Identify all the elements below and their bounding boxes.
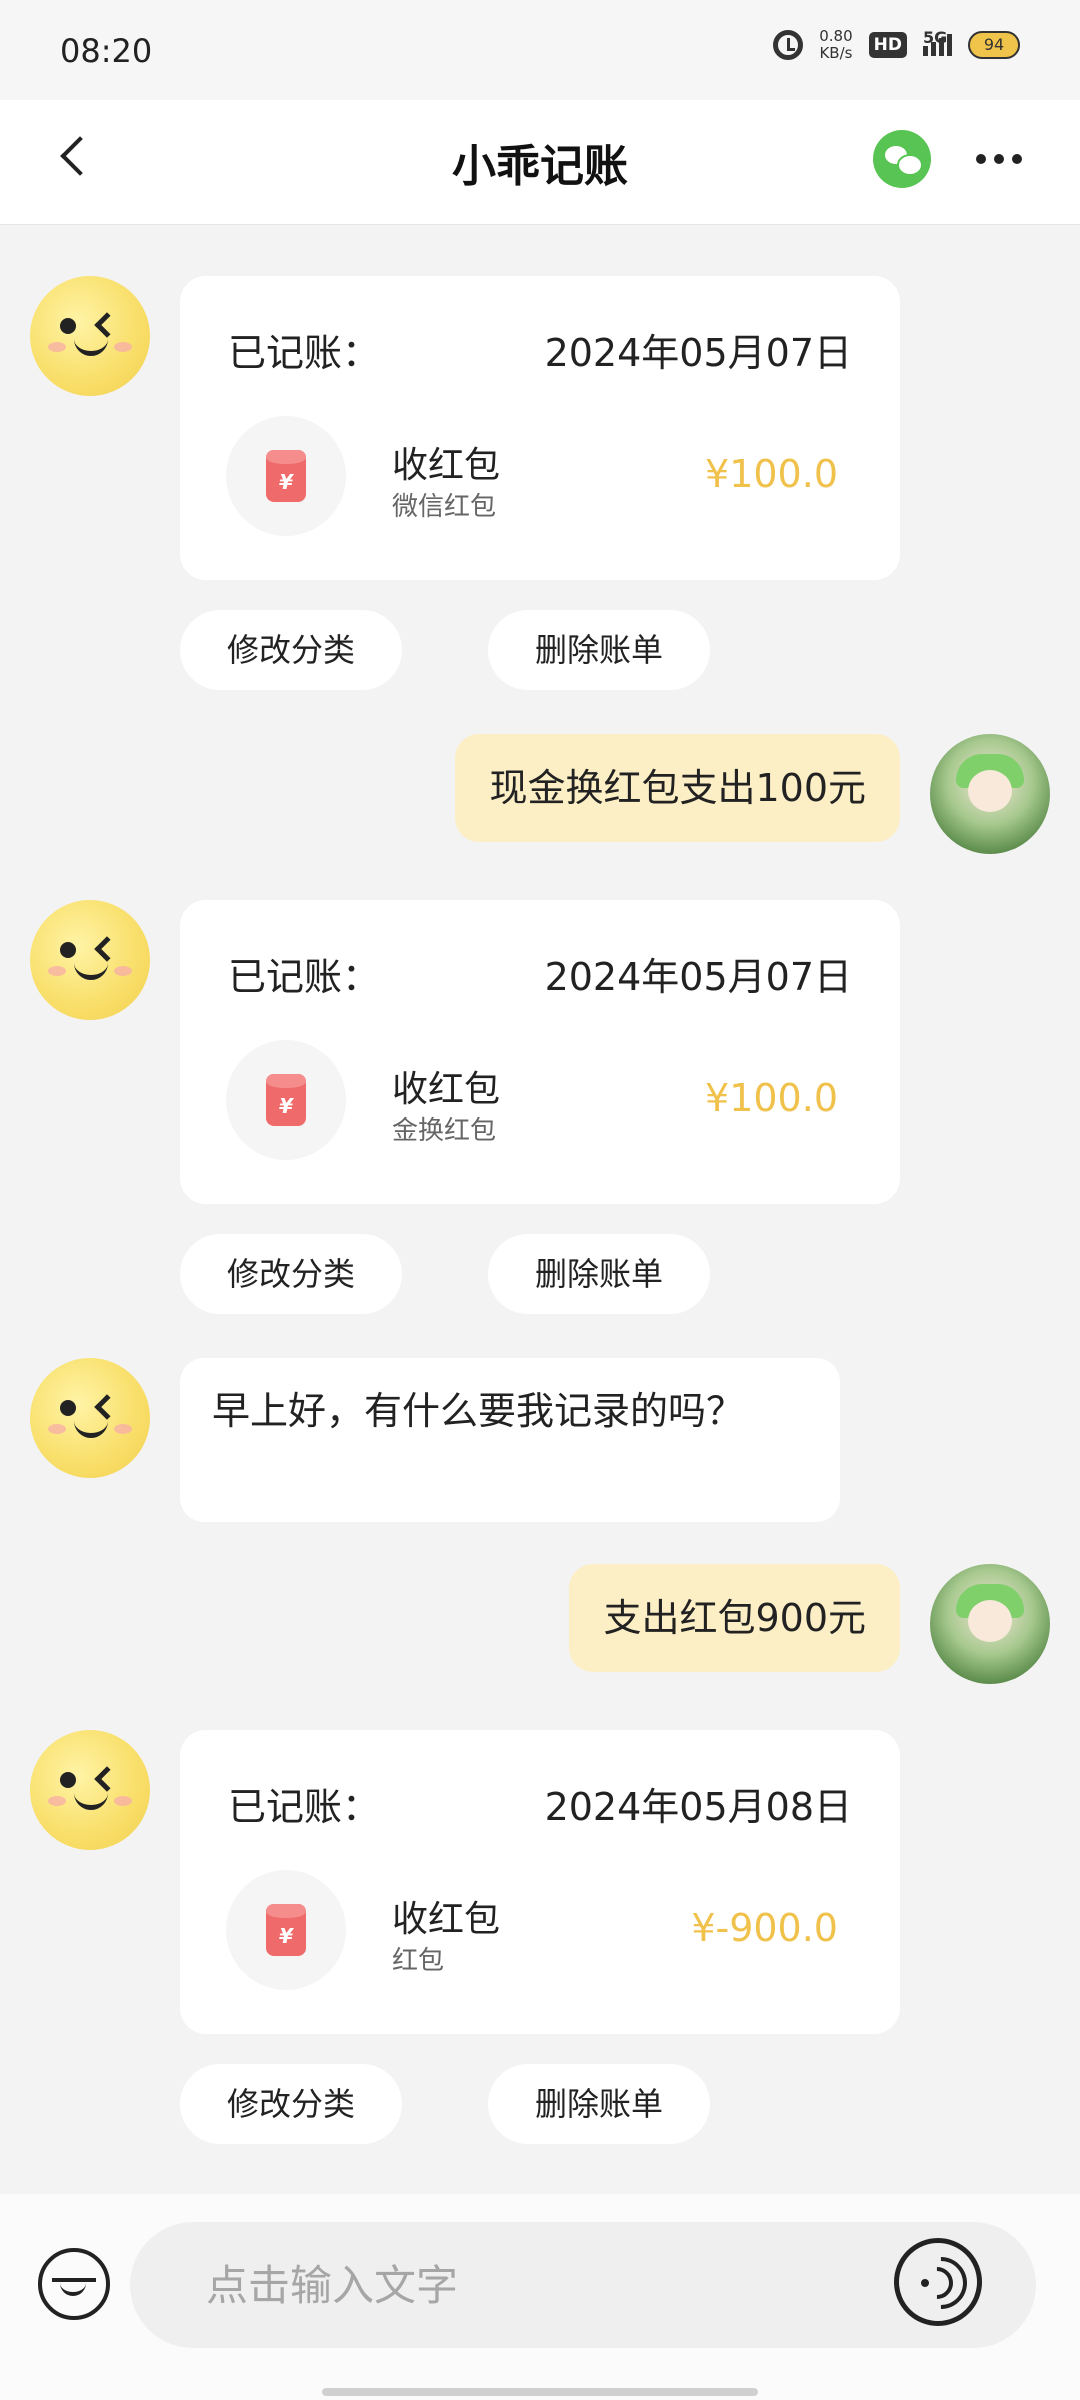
record-subcategory: 红包	[392, 1946, 445, 1976]
input-bar	[0, 2194, 1080, 2400]
record-amount: ¥-900.0	[691, 1906, 838, 1950]
red-packet-icon	[226, 1870, 346, 1990]
status-icons: 0.80 KB/s HD 5G 94	[773, 28, 1020, 62]
record-subcategory: 微信红包	[392, 492, 497, 522]
record-label: 已记账：	[228, 955, 381, 999]
record-date: 2024年05月08日	[544, 1785, 852, 1829]
record-category: 收红包	[392, 1069, 501, 1110]
more-icon[interactable]	[976, 154, 1022, 164]
bot-avatar[interactable]	[30, 900, 150, 1020]
wechat-icon[interactable]	[873, 130, 931, 188]
home-indicator[interactable]	[322, 2388, 758, 2396]
alarm-icon	[773, 30, 804, 60]
bot-message: 早上好，有什么要我记录的吗？	[180, 1358, 840, 1522]
red-packet-icon	[226, 416, 346, 536]
net-speed: 0.80 KB/s	[819, 28, 852, 62]
red-packet-icon	[226, 1040, 346, 1160]
bot-avatar[interactable]	[30, 1730, 150, 1850]
record-card[interactable]: 已记账： 2024年05月07日 收红包 金换红包 ¥100.0	[180, 900, 900, 1204]
user-message: 支出红包900元	[569, 1564, 900, 1672]
record-amount: ¥100.0	[705, 1076, 838, 1120]
hd-icon: HD	[868, 32, 907, 58]
bot-avatar[interactable]	[30, 1358, 150, 1478]
network-type: 5G	[923, 28, 948, 47]
record-date: 2024年05月07日	[544, 331, 852, 375]
net-speed-value: 0.80	[819, 27, 853, 45]
record-card[interactable]: 已记账： 2024年05月07日 收红包 微信红包 ¥100.0	[180, 276, 900, 580]
app-header: 小乖记账	[0, 100, 1080, 225]
user-message: 现金换红包支出100元	[455, 734, 900, 842]
record-category: 收红包	[392, 1899, 501, 1940]
record-amount: ¥100.0	[705, 452, 838, 496]
battery-icon: 94	[968, 31, 1020, 59]
user-avatar[interactable]	[930, 734, 1050, 854]
net-speed-unit: KB/s	[819, 44, 853, 62]
delete-bill-button[interactable]: 删除账单	[488, 1234, 710, 1314]
record-card[interactable]: 已记账： 2024年05月08日 收红包 红包 ¥-900.0	[180, 1730, 900, 2034]
user-avatar[interactable]	[930, 1564, 1050, 1684]
record-category: 收红包	[392, 445, 501, 486]
edit-category-button[interactable]: 修改分类	[180, 1234, 402, 1314]
card-icon[interactable]	[38, 2248, 110, 2320]
bot-avatar[interactable]	[30, 276, 150, 396]
record-subcategory: 金换红包	[392, 1116, 497, 1146]
record-date: 2024年05月07日	[544, 955, 852, 999]
delete-bill-button[interactable]: 删除账单	[488, 2064, 710, 2144]
status-bar: 08:20 0.80 KB/s HD 5G 94	[0, 0, 1080, 100]
voice-icon[interactable]	[894, 2238, 982, 2326]
status-time: 08:20	[60, 32, 153, 70]
edit-category-button[interactable]: 修改分类	[180, 2064, 402, 2144]
delete-bill-button[interactable]: 删除账单	[488, 610, 710, 690]
record-label: 已记账：	[228, 331, 381, 375]
record-label: 已记账：	[228, 1785, 381, 1829]
signal-icon: 5G	[923, 28, 952, 56]
edit-category-button[interactable]: 修改分类	[180, 610, 402, 690]
